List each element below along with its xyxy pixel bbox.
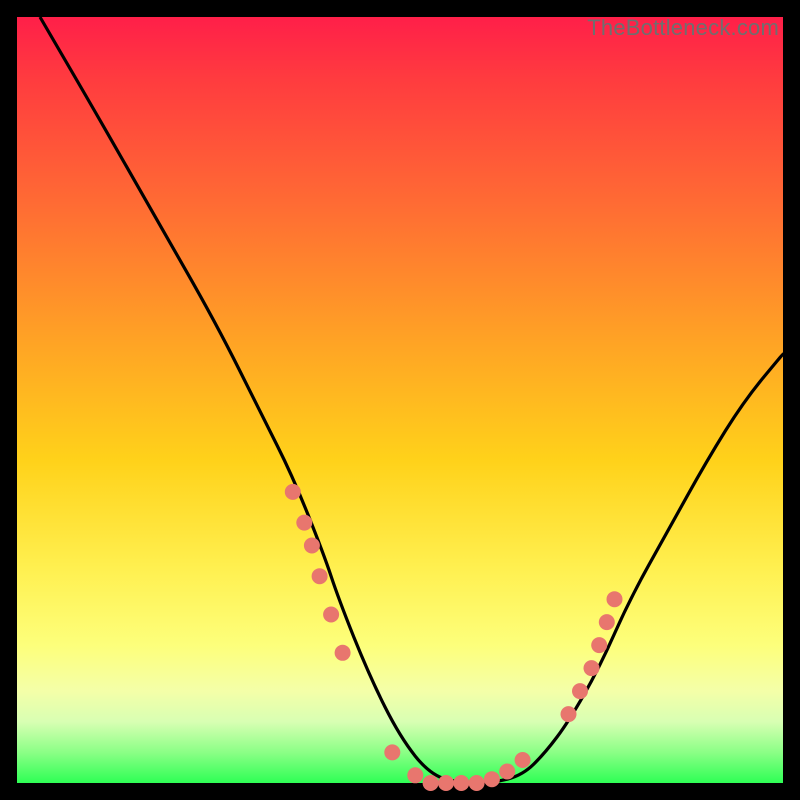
bottleneck-curve-svg xyxy=(17,17,783,783)
curve-dot xyxy=(285,484,301,500)
curve-dot xyxy=(304,538,320,554)
curve-dot xyxy=(453,775,469,791)
curve-dot xyxy=(584,660,600,676)
main-curve xyxy=(40,17,783,783)
curve-dot xyxy=(312,568,328,584)
curve-dot xyxy=(599,614,615,630)
curve-dot xyxy=(561,706,577,722)
chart-frame: TheBottleneck.com xyxy=(17,17,783,783)
curve-dot xyxy=(407,767,423,783)
curve-dot xyxy=(335,645,351,661)
curve-dot xyxy=(323,607,339,623)
curve-dot xyxy=(572,683,588,699)
curve-dot xyxy=(607,591,623,607)
curve-dot xyxy=(515,752,531,768)
curve-dot xyxy=(591,637,607,653)
curve-dot xyxy=(423,775,439,791)
curve-dot xyxy=(384,744,400,760)
curve-dot xyxy=(438,775,454,791)
curve-dots-group xyxy=(285,484,623,791)
curve-dot xyxy=(499,764,515,780)
curve-dot xyxy=(469,775,485,791)
curve-dot xyxy=(296,515,312,531)
curve-dot xyxy=(484,771,500,787)
watermark-text: TheBottleneck.com xyxy=(587,15,779,41)
